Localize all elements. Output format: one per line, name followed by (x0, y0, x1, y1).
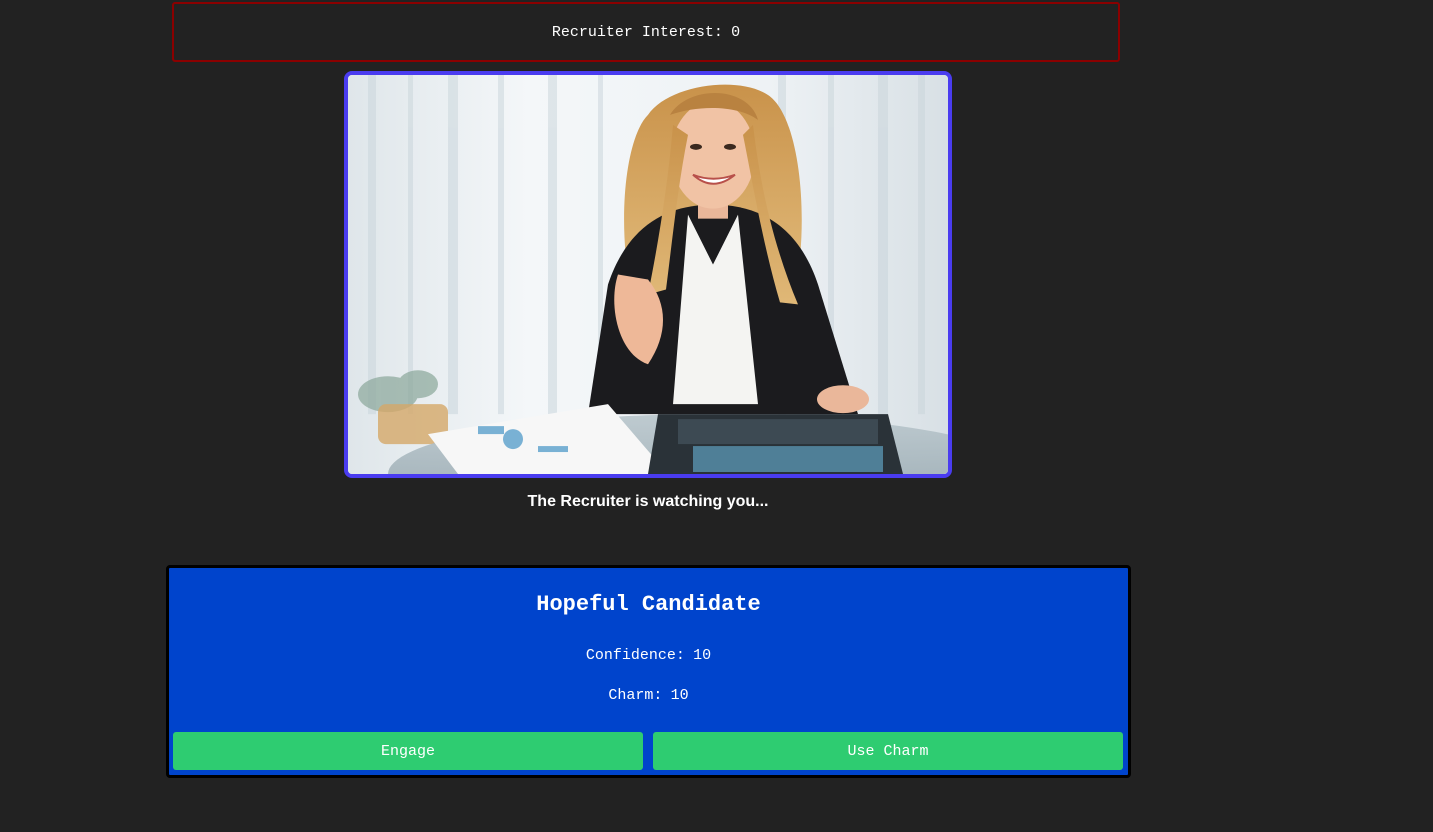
candidate-panel: Hopeful Candidate Confidence: 10 Charm: 10… (166, 565, 1131, 778)
engage-button[interactable]: Engage (173, 732, 643, 770)
charm-label: Charm: (608, 687, 663, 704)
charm-stat: Charm: 10 (169, 687, 1128, 704)
recruiter-interest-label: Recruiter Interest: (551, 23, 723, 41)
use-charm-button[interactable]: Use Charm (653, 732, 1123, 770)
recruiter-status-caption: The Recruiter is watching you... (527, 493, 769, 510)
recruiter-interest-value: 0 (731, 23, 741, 41)
recruiter-image (344, 71, 952, 478)
candidate-name: Hopeful Candidate (536, 592, 761, 617)
confidence-label: Confidence: (585, 647, 685, 664)
charm-value: 10 (670, 687, 689, 704)
confidence-value: 10 (693, 647, 712, 664)
recruiter-photo (348, 75, 948, 474)
confidence-stat: Confidence: 10 (169, 647, 1128, 664)
recruiter-interest-display: Recruiter Interest: 0 (172, 2, 1120, 62)
